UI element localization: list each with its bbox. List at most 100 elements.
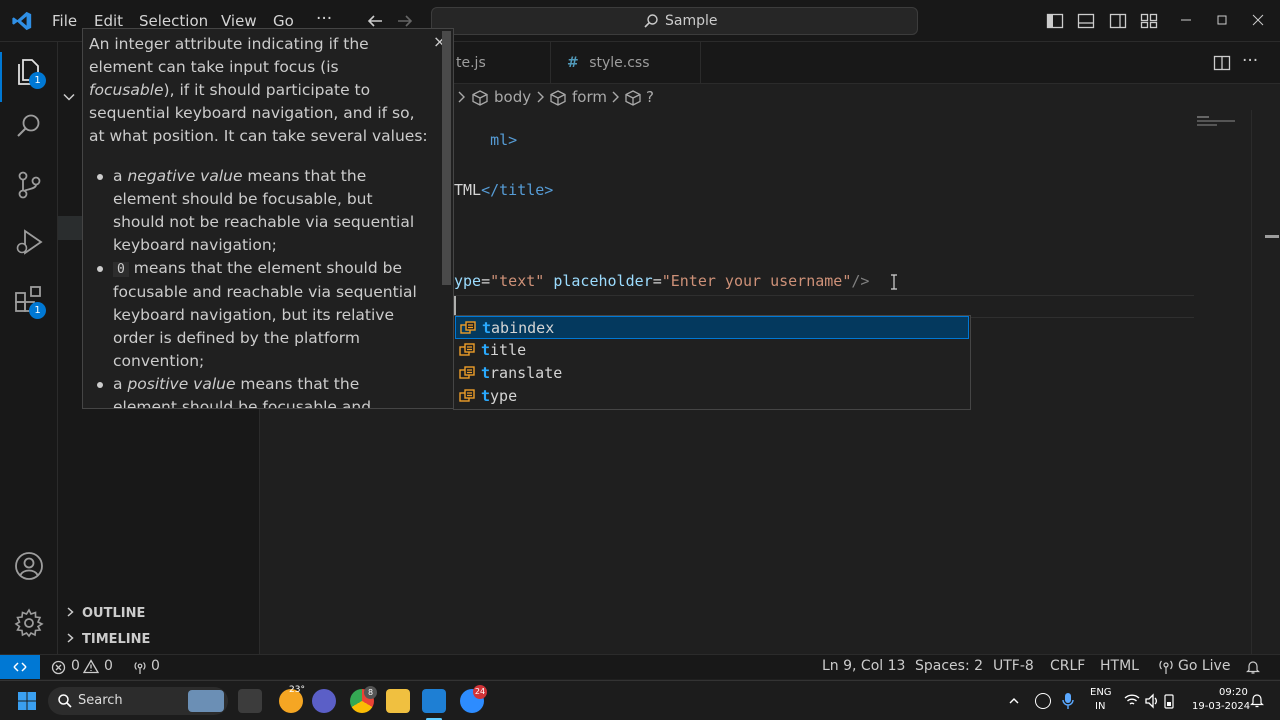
warning-icon[interactable] — [83, 659, 99, 674]
suggestion-details-hover: × An integer attribute indicating if the… — [82, 28, 454, 409]
encoding[interactable]: UTF-8 — [993, 658, 1034, 674]
chevron-right-icon — [612, 91, 619, 103]
active-indicator — [0, 52, 2, 102]
details-item-positive: a positive value means that the element … — [95, 373, 425, 408]
editor-scrollbar[interactable] — [1251, 110, 1261, 654]
attribute-icon — [459, 366, 475, 379]
notification-center-icon[interactable] — [1250, 693, 1264, 709]
settings-gear-icon[interactable] — [14, 608, 44, 638]
language-region[interactable]: IN — [1095, 701, 1105, 712]
close-window-icon[interactable] — [1252, 14, 1264, 26]
taskbar-search[interactable]: Search — [48, 687, 228, 715]
element-cube-icon — [625, 90, 641, 106]
extensions-badge: 1 — [29, 302, 46, 319]
warning-count[interactable]: 0 — [104, 658, 113, 674]
attribute-icon — [459, 343, 475, 356]
accounts-icon[interactable] — [14, 551, 44, 581]
indentation[interactable]: Spaces: 2 — [915, 658, 983, 674]
code-line-title: TML</title> — [454, 181, 554, 199]
text-cursor — [454, 296, 456, 317]
breadcrumb-unknown[interactable]: ? — [646, 88, 654, 106]
customize-layout-icon[interactable] — [1140, 12, 1158, 30]
details-scrollbar[interactable] — [442, 31, 451, 285]
search-highlight-image — [188, 690, 224, 712]
activity-bar: 1 1 — [0, 42, 58, 654]
search-view-icon[interactable] — [15, 112, 43, 140]
more-actions-icon[interactable]: ··· — [1242, 51, 1258, 71]
suggestion-type[interactable]: type — [455, 385, 969, 408]
command-center-search[interactable]: Sample — [431, 7, 918, 35]
chrome-badge: 8 — [364, 686, 377, 699]
run-debug-icon[interactable] — [13, 227, 45, 257]
volume-icon[interactable] — [1144, 693, 1160, 709]
windows-start-icon[interactable] — [17, 691, 37, 711]
notifications-bell-icon[interactable] — [1245, 659, 1261, 675]
toggle-panel-icon[interactable] — [1077, 12, 1095, 30]
details-intro: An integer attribute indicating if the e… — [89, 35, 428, 145]
go-live-label[interactable]: Go Live — [1178, 658, 1230, 674]
taskbar-search-label: Search — [78, 693, 123, 708]
suggest-widget: tabindex title translate type — [453, 315, 971, 410]
breadcrumb-form[interactable]: form — [572, 88, 607, 106]
timeline-section[interactable]: TIMELINE — [82, 632, 150, 647]
explorer-badge: 1 — [29, 72, 46, 89]
clock-date[interactable]: 19-03-2024 — [1192, 701, 1250, 712]
minimize-icon[interactable] — [1180, 14, 1192, 26]
error-icon[interactable] — [51, 660, 66, 675]
remote-indicator[interactable] — [0, 655, 40, 679]
language-code[interactable]: ENG — [1090, 687, 1112, 698]
vscode-taskbar-icon[interactable] — [422, 689, 446, 713]
split-editor-icon[interactable] — [1213, 54, 1231, 72]
css-icon: # — [567, 55, 579, 71]
maximize-icon[interactable] — [1216, 14, 1228, 26]
wifi-icon[interactable] — [1124, 693, 1140, 707]
search-label: Sample — [665, 13, 718, 29]
attribute-icon — [460, 321, 476, 334]
ports-count[interactable]: 0 — [151, 658, 160, 674]
chevron-right-icon[interactable] — [64, 632, 76, 644]
chevron-up-icon[interactable] — [1008, 695, 1020, 707]
error-count[interactable]: 0 — [71, 658, 80, 674]
go-live-icon[interactable] — [1158, 659, 1174, 675]
chevron-right-icon — [458, 91, 465, 103]
chevron-right-icon[interactable] — [64, 606, 76, 618]
network-status-icon[interactable] — [1035, 693, 1051, 709]
details-item-negative: a negative value means that the element … — [95, 165, 425, 257]
file-explorer-icon[interactable] — [386, 689, 410, 713]
code-line-input: ype="text" placeholder="Enter your usern… — [454, 272, 870, 290]
battery-icon[interactable] — [1164, 693, 1174, 709]
menu-more[interactable]: ··· — [316, 9, 332, 29]
chevron-down-icon[interactable] — [62, 90, 76, 104]
microphone-icon[interactable] — [1061, 692, 1075, 710]
code-line-html: ml> — [490, 131, 518, 149]
chevron-right-icon — [537, 91, 544, 103]
tab-style-css[interactable]: # style.css — [551, 42, 701, 84]
windows-taskbar: Search 23° 8 24 ENG IN 09:20 19-03-2024 — [0, 680, 1280, 720]
vscode-logo-icon[interactable] — [11, 10, 33, 32]
details-values-list: a negative value means that the element … — [95, 165, 425, 408]
attribute-icon — [459, 389, 475, 402]
suggestion-title[interactable]: title — [455, 339, 969, 362]
outline-section[interactable]: OUTLINE — [82, 606, 145, 621]
chat-app-icon[interactable] — [312, 689, 336, 713]
toggle-secondary-sidebar-icon[interactable] — [1109, 12, 1127, 30]
broadcast-icon[interactable] — [132, 660, 148, 675]
suggestion-tabindex[interactable]: tabindex — [455, 316, 969, 339]
toggle-primary-sidebar-icon[interactable] — [1046, 12, 1064, 30]
details-item-zero: 0 means that the element should be focus… — [95, 257, 425, 373]
element-cube-icon — [472, 90, 488, 106]
clock-time[interactable]: 09:20 — [1219, 687, 1248, 698]
cursor-position[interactable]: Ln 9, Col 13 — [822, 658, 905, 674]
search-icon — [644, 14, 658, 28]
line-endings[interactable]: CRLF — [1050, 658, 1085, 674]
menu-file[interactable]: File — [52, 12, 77, 30]
zoom-badge: 24 — [473, 685, 487, 699]
source-control-icon[interactable] — [15, 170, 43, 200]
minimap[interactable] — [1197, 116, 1237, 126]
task-view-icon[interactable] — [238, 689, 262, 713]
breadcrumb-body[interactable]: body — [494, 88, 531, 106]
suggestion-translate[interactable]: translate — [455, 362, 969, 385]
ibeam-cursor-icon — [891, 274, 897, 290]
language-mode[interactable]: HTML — [1100, 658, 1139, 674]
element-cube-icon — [550, 90, 566, 106]
